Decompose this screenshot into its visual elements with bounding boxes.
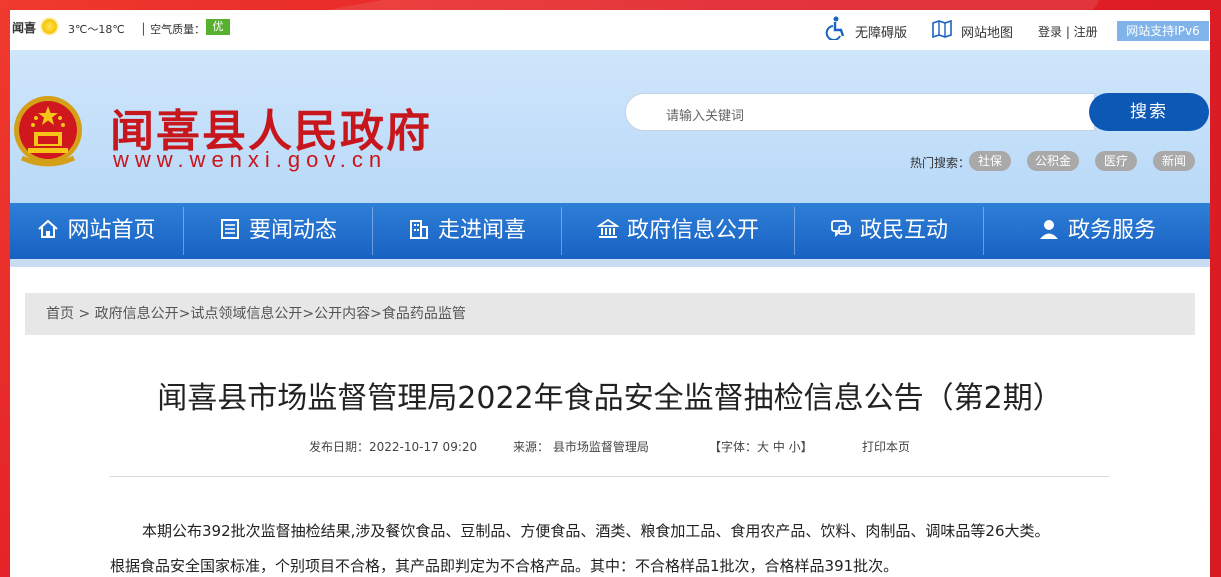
hot-tag-medical[interactable]: 医疗 <box>1095 151 1137 171</box>
site-url: www.wenxi.gov.cn <box>113 147 388 172</box>
nav-underline <box>10 259 1210 267</box>
hot-tag-news[interactable]: 新闻 <box>1153 151 1195 171</box>
sitemap-link[interactable]: 网站地图 <box>961 22 1013 41</box>
home-icon <box>38 219 59 238</box>
accessibility-link[interactable]: 无障碍版 <box>855 22 907 41</box>
hot-tag-social-security[interactable]: 社保 <box>969 151 1011 171</box>
nav-label: 网站首页 <box>67 218 156 243</box>
font-size-controls[interactable]: 【字体：大 中 小】 <box>709 438 813 455</box>
nav-item-services[interactable]: 政务服务 <box>984 203 1210 259</box>
article-title: 闻喜县市场监督管理局2022年食品安全监督抽检信息公告（第2期） <box>157 381 1063 416</box>
chat-icon <box>831 220 851 238</box>
search-placeholder: 请输入关键词 <box>666 109 745 124</box>
article-paragraph: 根据食品安全国家标准，个别项目不合格，其产品即判定为不合格产品。其中：不合格样品… <box>110 557 899 575</box>
air-quality-badge: 优 <box>206 19 230 35</box>
ipv6-badge: 网站支持IPv6 <box>1117 21 1209 41</box>
print-button[interactable]: 打印本页 <box>862 438 910 455</box>
page-container: 闻喜 3℃～18℃ │ 空气质量： 优 无障碍版 网站地图 登录 | 注册 网站… <box>10 10 1210 577</box>
hot-tag-housing-fund[interactable]: 公积金 <box>1027 151 1079 171</box>
nav-label: 走进闻喜 <box>437 218 526 243</box>
weather-temperature: 3℃～18℃ <box>68 23 125 36</box>
nav-item-news[interactable]: 要闻动态 <box>184 203 372 259</box>
nav-label: 政民互动 <box>859 218 948 243</box>
nav-item-home[interactable]: 网站首页 <box>10 203 183 259</box>
weather-location: 闻喜 <box>12 21 37 35</box>
air-quality-label: │ 空气质量： <box>140 23 206 36</box>
nav-item-interaction[interactable]: 政民互动 <box>795 203 983 259</box>
nav-label: 政府信息公开 <box>626 218 759 243</box>
article-divider <box>110 476 1110 477</box>
login-register-link[interactable]: 登录 | 注册 <box>1038 23 1098 40</box>
nav-label: 要闻动态 <box>248 218 337 243</box>
site-header: 闻喜县人民政府 www.wenxi.gov.cn 请输入关键词 搜索 热门搜索：… <box>10 50 1210 203</box>
breadcrumb[interactable]: 首页 > 政府信息公开>试点领域信息公开>公开内容>食品药品监管 <box>25 293 1195 335</box>
government-icon <box>596 218 619 238</box>
nav-item-gov-info[interactable]: 政府信息公开 <box>562 203 794 259</box>
main-nav: 网站首页 要闻动态 走进闻喜 政府信息公开 政民互动 政务服务 <box>10 203 1210 259</box>
article-paragraph: 本期公布392批次监督抽检结果,涉及餐饮食品、豆制品、方便食品、酒类、粮食加工品… <box>142 522 1050 540</box>
top-bar: 闻喜 3℃～18℃ │ 空气质量： 优 无障碍版 网站地图 登录 | 注册 网站… <box>10 10 1210 50</box>
nav-label: 政务服务 <box>1067 218 1156 243</box>
search-input[interactable]: 请输入关键词 <box>625 93 1095 131</box>
publish-date: 发布日期：2022-10-17 09:20 <box>309 440 478 454</box>
news-icon <box>220 219 239 239</box>
wheelchair-icon[interactable] <box>825 16 847 40</box>
article-source: 来源： 县市场监督管理局 <box>513 440 649 454</box>
building-icon <box>409 220 428 239</box>
map-icon[interactable] <box>932 20 952 38</box>
national-emblem-icon[interactable] <box>12 92 84 172</box>
sun-icon <box>42 19 57 34</box>
search-button[interactable]: 搜索 <box>1089 93 1209 131</box>
user-icon <box>1039 220 1058 239</box>
nav-item-about[interactable]: 走进闻喜 <box>373 203 561 259</box>
hot-search-label: 热门搜索： <box>910 156 971 170</box>
